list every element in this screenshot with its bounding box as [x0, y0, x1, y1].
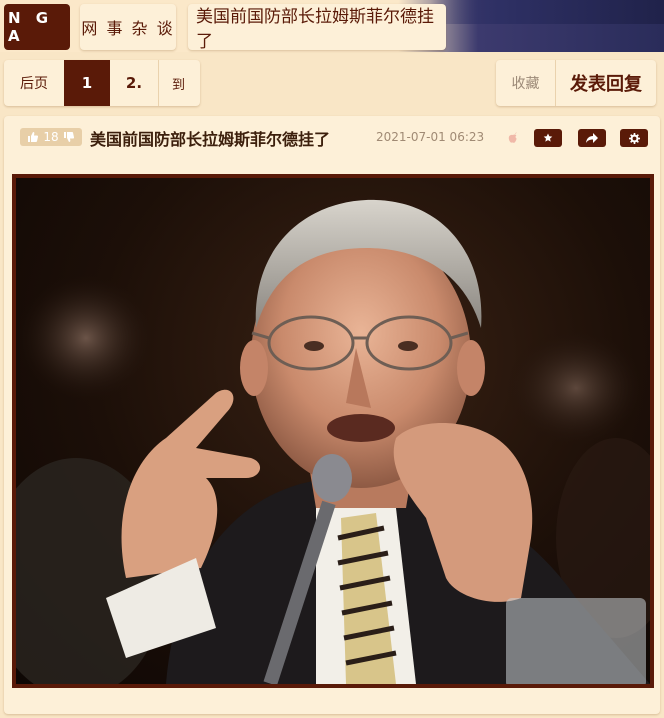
pager-goto-button[interactable]: 到	[158, 60, 198, 106]
pager-page-current[interactable]: 1	[64, 60, 110, 106]
post-header: 18 美国前国防部长拉姆斯菲尔德挂了 2021-07-01 06:23	[4, 116, 660, 160]
thumbs-up-icon[interactable]	[27, 131, 39, 143]
favorite-post-button[interactable]	[534, 129, 562, 147]
pager-prev-button[interactable]: 后页	[4, 60, 64, 106]
breadcrumb-thread[interactable]: 美国前国防部长拉姆斯菲尔德挂了	[188, 4, 446, 52]
post: 18 美国前国防部长拉姆斯菲尔德挂了 2021-07-01 06:23	[4, 116, 660, 714]
post-timestamp: 2021-07-01 06:23	[376, 130, 485, 144]
breadcrumb-forum[interactable]: 网 事 杂 谈	[80, 4, 176, 50]
banner-decoration	[430, 0, 664, 24]
reply-button[interactable]: 发表回复	[556, 60, 656, 106]
favorite-button[interactable]: 收藏	[496, 60, 556, 106]
share-icon	[586, 133, 598, 143]
thumbs-down-icon[interactable]	[63, 131, 75, 143]
vote-widget: 18	[20, 128, 82, 146]
photo-illustration	[16, 199, 650, 684]
thread-actions: 收藏 发表回复	[496, 60, 656, 106]
post-image[interactable]	[16, 178, 650, 684]
pager-page-2[interactable]: 2.	[110, 60, 158, 106]
post-image-frame	[12, 174, 654, 688]
settings-button[interactable]	[620, 129, 648, 147]
gear-icon	[628, 132, 640, 144]
vote-count: 18	[43, 130, 59, 144]
star-icon	[543, 133, 553, 142]
share-button[interactable]	[578, 129, 606, 147]
post-title: 美国前国防部长拉姆斯菲尔德挂了	[90, 130, 331, 149]
site-logo[interactable]: N G A	[4, 4, 70, 50]
pagination: 后页 1 2. 到	[4, 60, 200, 106]
apple-icon	[508, 132, 517, 143]
